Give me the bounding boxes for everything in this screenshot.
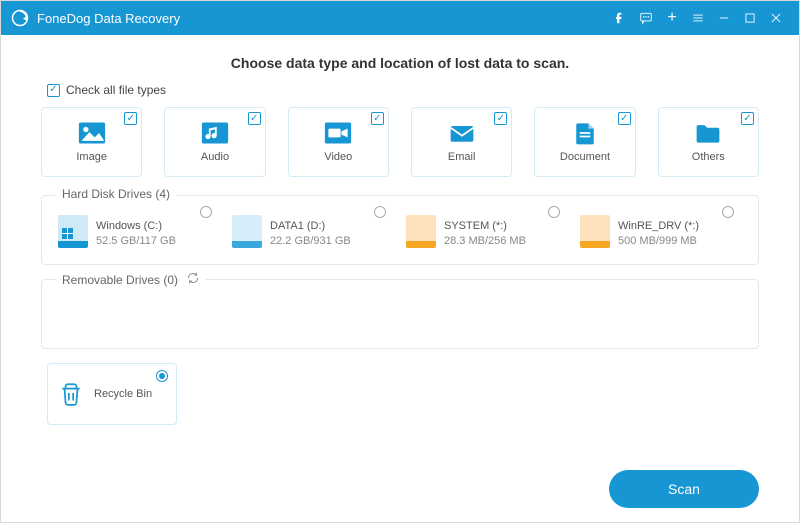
filetype-card-email[interactable]: Email	[411, 107, 512, 177]
filetype-checkbox-icon	[248, 112, 261, 125]
drive-icon	[580, 214, 610, 248]
recycle-bin-card[interactable]: Recycle Bin	[47, 363, 177, 425]
hdd-drive[interactable]: Windows (C:) 52.5 GB/117 GB	[56, 210, 222, 252]
drive-icon	[58, 214, 88, 248]
close-button[interactable]	[763, 1, 789, 35]
headline: Choose data type and location of lost da…	[41, 55, 759, 71]
hdd-drive[interactable]: WinRE_DRV (*:) 500 MB/999 MB	[578, 210, 744, 252]
scan-button[interactable]: Scan	[609, 470, 759, 508]
filetype-checkbox-icon	[494, 112, 507, 125]
filetype-label: Others	[692, 151, 725, 163]
drive-radio-icon	[548, 206, 560, 218]
filetype-label: Email	[448, 151, 476, 163]
check-all-label: Check all file types	[66, 83, 166, 97]
drive-icon	[232, 214, 262, 248]
hdd-drive[interactable]: DATA1 (D:) 22.2 GB/931 GB	[230, 210, 396, 252]
drive-name: WinRE_DRV (*:)	[618, 220, 699, 232]
filetype-card-image[interactable]: Image	[41, 107, 142, 177]
drive-radio-icon	[374, 206, 386, 218]
menu-icon[interactable]	[685, 1, 711, 35]
drive-radio-icon	[200, 206, 212, 218]
filetype-label: Image	[76, 151, 107, 163]
app-logo-icon	[11, 9, 29, 27]
filetype-label: Video	[324, 151, 352, 163]
filetype-card-audio[interactable]: Audio	[164, 107, 265, 177]
removable-section-title: Removable Drives (0)	[62, 273, 178, 287]
others-icon	[694, 121, 722, 145]
drive-icon	[406, 214, 436, 248]
filetype-card-video[interactable]: Video	[288, 107, 389, 177]
drive-name: SYSTEM (*:)	[444, 220, 526, 232]
drive-name: Windows (C:)	[96, 220, 176, 232]
drive-size: 500 MB/999 MB	[618, 235, 699, 247]
filetype-card-others[interactable]: Others	[658, 107, 759, 177]
plus-icon[interactable]: +	[659, 1, 685, 35]
audio-icon	[201, 121, 229, 145]
drive-name: DATA1 (D:)	[270, 220, 351, 232]
check-all-checkbox-icon	[47, 84, 60, 97]
drive-size: 22.2 GB/931 GB	[270, 235, 351, 247]
removable-section: Removable Drives (0)	[41, 279, 759, 349]
filetype-checkbox-icon	[124, 112, 137, 125]
filetype-checkbox-icon	[741, 112, 754, 125]
filetype-label: Audio	[201, 151, 229, 163]
recycle-radio-icon	[156, 370, 168, 382]
filetype-card-document[interactable]: Document	[534, 107, 635, 177]
check-all-toggle[interactable]: Check all file types	[47, 83, 759, 97]
hdd-section-title: Hard Disk Drives (4)	[62, 187, 170, 201]
facebook-icon[interactable]	[607, 1, 633, 35]
app-title: FoneDog Data Recovery	[37, 11, 180, 26]
maximize-button[interactable]	[737, 1, 763, 35]
minimize-button[interactable]	[711, 1, 737, 35]
refresh-icon[interactable]	[186, 271, 200, 288]
image-icon	[78, 121, 106, 145]
video-icon	[324, 121, 352, 145]
titlebar: FoneDog Data Recovery +	[1, 1, 799, 35]
trash-icon	[58, 380, 84, 408]
drive-radio-icon	[722, 206, 734, 218]
drive-size: 28.3 MB/256 MB	[444, 235, 526, 247]
filetype-label: Document	[560, 151, 610, 163]
recycle-bin-label: Recycle Bin	[94, 388, 152, 400]
filetype-checkbox-icon	[371, 112, 384, 125]
feedback-icon[interactable]	[633, 1, 659, 35]
hdd-section: Hard Disk Drives (4) Windows (C:)52.5 GB…	[41, 195, 759, 265]
email-icon	[448, 121, 476, 145]
hdd-drive[interactable]: SYSTEM (*:) 28.3 MB/256 MB	[404, 210, 570, 252]
filetype-grid: Image Audio Video Email Document Others	[41, 107, 759, 177]
document-icon	[571, 121, 599, 145]
drive-size: 52.5 GB/117 GB	[96, 235, 176, 247]
filetype-checkbox-icon	[618, 112, 631, 125]
